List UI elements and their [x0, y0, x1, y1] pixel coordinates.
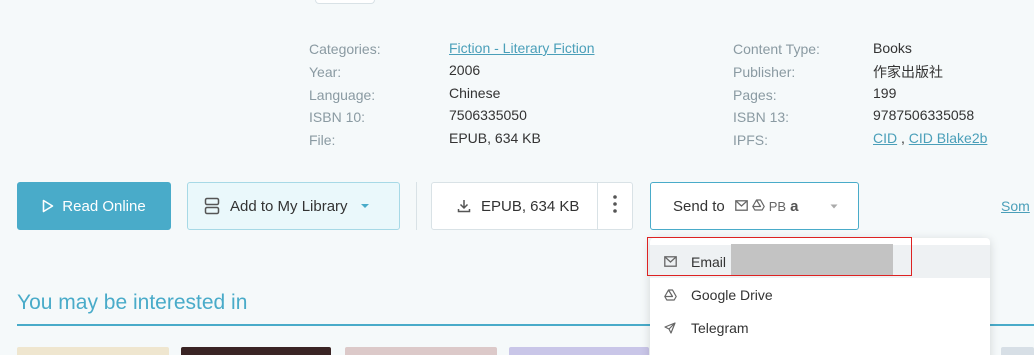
top-button-stub — [315, 0, 375, 4]
download-label: EPUB, 634 KB — [481, 197, 580, 215]
dropdown-item-label: Telegram — [691, 319, 749, 336]
publisher-value: 作家出版社 — [873, 64, 943, 80]
isbn10-label: ISBN 10: — [309, 109, 366, 125]
chevron-down-icon — [830, 204, 838, 209]
language-label: Language: — [309, 87, 376, 103]
action-divider — [416, 182, 417, 230]
language-value: Chinese — [449, 85, 501, 101]
content-type-value: Books — [873, 40, 912, 56]
book-cover-thumbnail[interactable] — [1001, 347, 1034, 355]
send-to-label: Send to — [673, 197, 725, 215]
play-icon — [42, 199, 54, 213]
ipfs-label: IPFS: — [733, 132, 769, 148]
add-to-library-button[interactable]: Add to My Library — [187, 182, 400, 230]
download-icon — [457, 199, 471, 213]
google-drive-icon — [664, 288, 678, 301]
vertical-dots-icon — [613, 195, 617, 217]
pages-label: Pages: — [733, 87, 777, 103]
mail-icon — [734, 199, 748, 214]
google-drive-icon — [751, 198, 765, 214]
ipfs-blake2b-link[interactable]: CID Blake2b — [909, 130, 988, 146]
library-icon — [204, 197, 220, 215]
file-value: EPUB, 634 KB — [449, 130, 541, 146]
isbn10-value: 7506335050 — [449, 107, 527, 123]
year-value: 2006 — [449, 62, 481, 78]
ipfs-separator: , — [901, 130, 905, 146]
pages-value: 199 — [873, 85, 897, 101]
book-cover-thumbnail[interactable] — [17, 347, 169, 355]
chevron-down-icon[interactable] — [360, 203, 370, 209]
send-services: PB a — [734, 197, 799, 215]
book-cover-thumbnail[interactable] — [509, 347, 649, 355]
section-title: You may be interested in — [17, 291, 248, 314]
email-highlight-box — [647, 237, 912, 276]
categories-link[interactable]: Fiction - Literary Fiction — [449, 40, 594, 56]
send-to-button[interactable]: Send to PB a — [650, 182, 859, 230]
publisher-label: Publisher: — [733, 64, 796, 80]
isbn13-label: ISBN 13: — [733, 109, 790, 125]
dropdown-item-telegram[interactable]: Telegram — [650, 311, 990, 344]
year-label: Year: — [309, 64, 342, 80]
telegram-icon — [664, 321, 678, 334]
book-cover-thumbnail[interactable] — [181, 347, 331, 355]
dropdown-item-google-drive[interactable]: Google Drive — [650, 278, 990, 311]
isbn13-value: 9787506335058 — [873, 107, 975, 123]
file-label: File: — [309, 132, 336, 148]
read-online-button[interactable]: Read Online — [17, 182, 171, 230]
download-button[interactable]: EPUB, 634 KB — [432, 183, 597, 229]
more-options-button[interactable] — [597, 183, 632, 229]
pocketbook-label: PB — [768, 198, 787, 214]
content-type-label: Content Type: — [733, 41, 820, 57]
download-button-group: EPUB, 634 KB — [431, 182, 633, 230]
dropdown-item-label: Google Drive — [691, 286, 773, 303]
book-cover-thumbnail[interactable] — [345, 347, 497, 355]
some-link[interactable]: Som — [1001, 198, 1030, 214]
categories-label: Categories: — [309, 41, 381, 57]
add-to-library-label: Add to My Library — [230, 197, 348, 215]
read-online-label: Read Online — [62, 197, 146, 215]
ipfs-cid-link[interactable]: CID — [873, 130, 897, 146]
amazon-icon: a — [790, 197, 799, 215]
